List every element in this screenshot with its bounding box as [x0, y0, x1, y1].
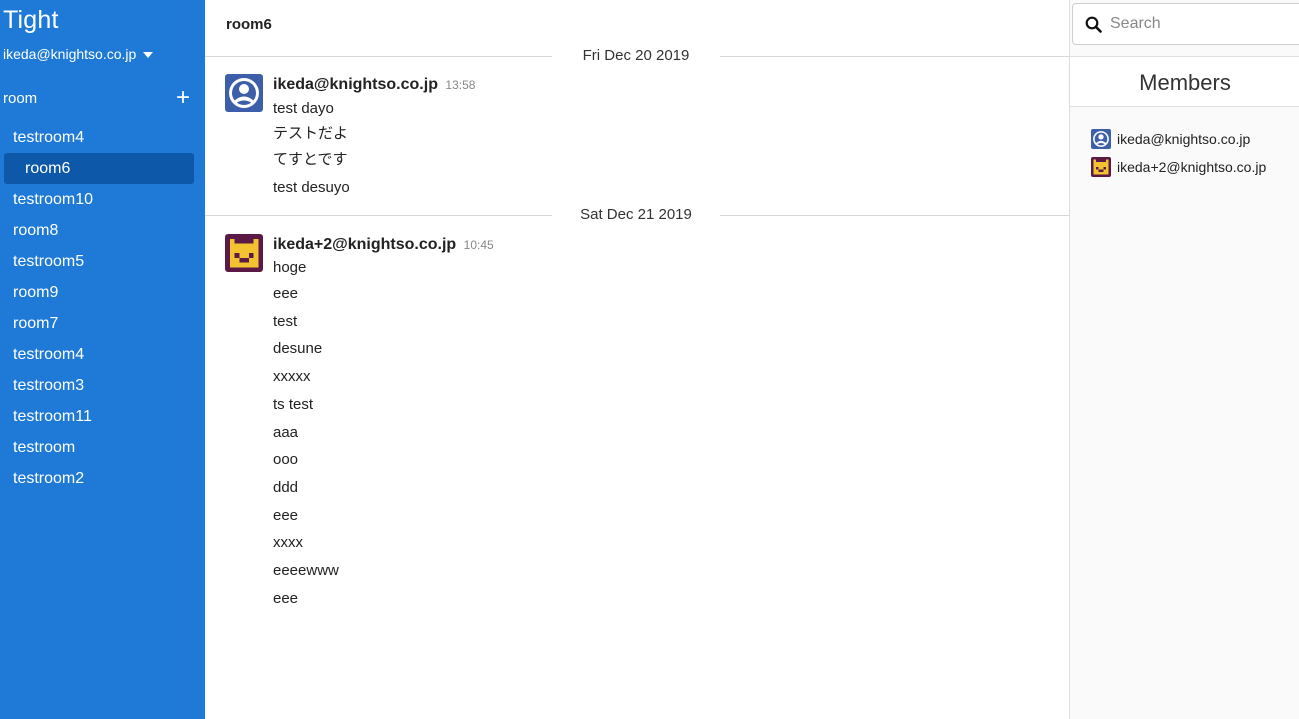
- sidebar-item-testroom10[interactable]: testroom10: [0, 184, 205, 215]
- message-content: ikeda+2@knightso.co.jp 10:45 hoge eee te…: [273, 234, 494, 612]
- message-text: てすとです: [273, 151, 348, 168]
- caret-down-icon: [143, 51, 154, 58]
- search-box[interactable]: [1072, 3, 1299, 45]
- sidebar-item-room9[interactable]: room9: [0, 277, 205, 308]
- day-divider-label: Sat Dec 21 2019: [552, 205, 720, 225]
- members-title: Members: [1070, 56, 1299, 107]
- pixel-face-avatar-icon[interactable]: [225, 234, 263, 272]
- message-time: 10:45: [463, 238, 494, 252]
- sidebar-item-testroom3[interactable]: testroom3: [0, 370, 205, 401]
- room-section-label: room: [3, 89, 38, 107]
- message-text: test: [273, 312, 298, 330]
- member-list: ikeda@knightso.co.jp ikeda+2@knightso.co…: [1091, 125, 1266, 181]
- message-header: ikeda+2@knightso.co.jp 10:45: [273, 234, 494, 256]
- search-input[interactable]: [1110, 15, 1280, 33]
- message-text: eeeewww: [273, 562, 339, 580]
- sidebar-item-testroom2[interactable]: testroom2: [0, 463, 205, 494]
- app-title: Tight: [3, 6, 59, 34]
- sidebar: Tight ikeda@knightso.co.jp room + testro…: [0, 0, 205, 719]
- sidebar-item-testroom5[interactable]: testroom5: [0, 246, 205, 277]
- room-title: room6: [226, 16, 272, 33]
- message-text: test desuyo: [273, 179, 350, 196]
- day-divider-label: Fri Dec 20 2019: [552, 46, 720, 66]
- members-panel: Members ikeda@knightso.co.jp: [1069, 0, 1299, 719]
- message-text: xxxxx: [273, 368, 311, 386]
- day-divider: Fri Dec 20 2019: [205, 46, 1069, 66]
- message-time: 13:58: [445, 78, 476, 92]
- sidebar-item-room8[interactable]: room8: [0, 215, 205, 246]
- sidebar-item-room6[interactable]: room6: [4, 153, 194, 184]
- room-list: testroom4 room6 testroom10 room8 testroo…: [0, 122, 205, 494]
- message-text: hoge: [273, 259, 307, 276]
- member-item[interactable]: ikeda+2@knightso.co.jp: [1091, 153, 1266, 181]
- search-icon: [1085, 16, 1102, 33]
- message-author[interactable]: ikeda+2@knightso.co.jp: [273, 236, 456, 253]
- person-avatar-icon: [1091, 129, 1111, 149]
- message-content: ikeda@knightso.co.jp 13:58 test dayo テスト…: [273, 74, 475, 203]
- user-menu[interactable]: ikeda@knightso.co.jp: [3, 46, 154, 62]
- message-text: xxxx: [273, 534, 303, 552]
- sidebar-item-testroom4[interactable]: testroom4: [0, 122, 205, 153]
- message-text: ddd: [273, 478, 299, 496]
- message-text: eee: [273, 589, 299, 607]
- day-divider: Sat Dec 21 2019: [205, 205, 1069, 225]
- sidebar-item-testroom11[interactable]: testroom11: [0, 401, 205, 432]
- message-text: ooo: [273, 451, 299, 469]
- message-text: aaa: [273, 423, 299, 441]
- message-text: eee: [273, 285, 299, 302]
- pixel-face-avatar-icon: [1091, 157, 1111, 177]
- message-text: desune: [273, 340, 323, 358]
- member-item[interactable]: ikeda@knightso.co.jp: [1091, 125, 1266, 153]
- message-author[interactable]: ikeda@knightso.co.jp: [273, 76, 438, 93]
- person-avatar-icon[interactable]: [225, 74, 263, 112]
- sidebar-item-room7[interactable]: room7: [0, 308, 205, 339]
- message-text: テストだよ: [273, 125, 349, 142]
- message-text: ts test: [273, 395, 314, 413]
- user-email: ikeda@knightso.co.jp: [3, 46, 137, 62]
- message-text: eee: [273, 506, 299, 524]
- sidebar-item-testroom4-2[interactable]: testroom4: [0, 339, 205, 370]
- message-header: ikeda@knightso.co.jp 13:58: [273, 74, 475, 96]
- room-section-header: room +: [3, 86, 190, 110]
- member-name: ikeda+2@knightso.co.jp: [1117, 159, 1267, 175]
- message-text: test dayo: [273, 100, 334, 117]
- member-name: ikeda@knightso.co.jp: [1117, 131, 1251, 147]
- message-pane: room6 Fri Dec 20 2019 ikeda@knightso.co.…: [205, 0, 1069, 719]
- sidebar-item-testroom[interactable]: testroom: [0, 432, 205, 463]
- add-room-button[interactable]: +: [176, 86, 190, 110]
